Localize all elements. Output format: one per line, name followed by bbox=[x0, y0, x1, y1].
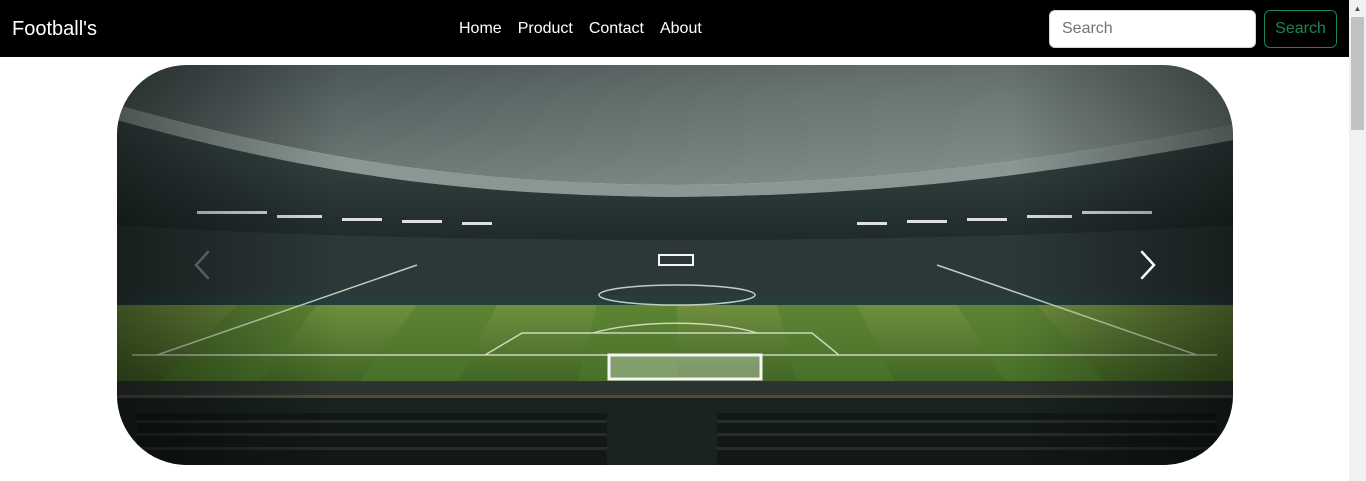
scrollbar-thumb[interactable] bbox=[1351, 17, 1364, 130]
navbar: Football's Home Product Contact About Se… bbox=[0, 0, 1349, 57]
page: Football's Home Product Contact About Se… bbox=[0, 0, 1366, 481]
stadium-image bbox=[117, 65, 1233, 465]
carousel-prev-button[interactable] bbox=[157, 65, 247, 465]
nav-links: Home Product Contact About bbox=[459, 19, 702, 39]
hero-carousel bbox=[117, 65, 1233, 465]
nav-link-contact[interactable]: Contact bbox=[589, 19, 644, 39]
search-button[interactable]: Search bbox=[1264, 10, 1337, 48]
chevron-left-icon bbox=[194, 250, 210, 280]
nav-link-product[interactable]: Product bbox=[518, 19, 573, 39]
scroll-up-icon[interactable]: ▲ bbox=[1349, 0, 1366, 17]
brand-logo[interactable]: Football's bbox=[12, 17, 97, 41]
nav-link-about[interactable]: About bbox=[660, 19, 702, 39]
search-input[interactable] bbox=[1049, 10, 1256, 48]
nav-link-home[interactable]: Home bbox=[459, 19, 502, 39]
carousel-next-button[interactable] bbox=[1103, 65, 1193, 465]
search-form: Search bbox=[1049, 10, 1337, 48]
chevron-right-icon bbox=[1140, 250, 1156, 280]
